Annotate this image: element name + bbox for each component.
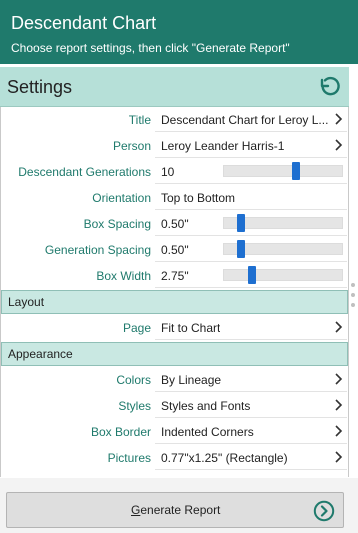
descendant-generations-control: 10	[155, 159, 347, 184]
generate-report-label: Generate Report	[131, 503, 220, 517]
generation-spacing-control: 0.50"	[155, 237, 347, 262]
appearance-section-header[interactable]: Appearance	[1, 342, 348, 366]
generate-report-button[interactable]: Generate Report	[6, 492, 344, 528]
generation-spacing-input[interactable]: 0.50"	[155, 237, 219, 262]
chevron-right-icon	[335, 425, 343, 437]
generation-spacing-row: Generation Spacing 0.50"	[1, 237, 348, 263]
slider-thumb[interactable]	[237, 214, 245, 232]
page-row[interactable]: Page Fit to Chart	[1, 315, 348, 341]
descendant-generations-label: Descendant Generations	[18, 165, 151, 179]
box-spacing-control: 0.50"	[155, 211, 347, 236]
report-title: Descendant Chart	[11, 13, 157, 33]
layout-section-header[interactable]: Layout	[1, 290, 348, 314]
settings-section-header: Settings	[0, 67, 349, 107]
generation-spacing-label: Generation Spacing	[44, 243, 151, 257]
report-subtitle: Choose report settings, then click "Gene…	[11, 41, 290, 55]
box-spacing-row: Box Spacing 0.50"	[1, 211, 348, 237]
box-spacing-value: 0.50"	[161, 217, 189, 231]
title-value: Descendant Chart for Leroy L...	[161, 113, 329, 127]
orientation-value: Top to Bottom	[161, 191, 236, 205]
title-label: Title	[128, 113, 151, 127]
generation-spacing-value: 0.50"	[161, 243, 189, 257]
box-spacing-slider[interactable]	[223, 214, 343, 232]
arrow-right-circle-icon	[313, 500, 335, 522]
box-spacing-input[interactable]: 0.50"	[155, 211, 219, 236]
box-width-slider[interactable]	[223, 266, 343, 284]
settings-label: Settings	[7, 77, 73, 97]
box-width-row: Box Width 2.75"	[1, 263, 348, 289]
orientation-value-field[interactable]: Top to Bottom	[155, 185, 347, 210]
styles-label: Styles	[118, 399, 151, 413]
generation-spacing-slider[interactable]	[223, 240, 343, 258]
chevron-right-icon	[335, 321, 343, 333]
page-value: Fit to Chart	[161, 321, 221, 335]
styles-row[interactable]: Styles Styles and Fonts	[1, 393, 348, 419]
footer: Generate Report	[0, 478, 358, 533]
title-row[interactable]: Title Descendant Chart for Leroy L...	[1, 107, 348, 133]
chevron-right-icon	[335, 373, 343, 385]
box-border-value: Indented Corners	[161, 425, 254, 439]
title-value-field[interactable]: Descendant Chart for Leroy L...	[155, 107, 347, 132]
panel-border	[348, 107, 349, 477]
grip-dot	[351, 303, 355, 307]
pictures-value-field[interactable]: 0.77"x1.25" (Rectangle)	[155, 445, 347, 470]
box-spacing-label: Box Spacing	[83, 217, 151, 231]
slider-thumb[interactable]	[237, 240, 245, 258]
panel-resize-grip[interactable]	[350, 283, 356, 319]
person-value-field[interactable]: Leroy Leander Harris-1	[155, 133, 347, 158]
colors-row[interactable]: Colors By Lineage	[1, 367, 348, 393]
slider-thumb[interactable]	[292, 162, 300, 180]
chevron-right-icon	[335, 139, 343, 151]
generate-label-rest: enerate Report	[140, 503, 221, 517]
pictures-value: 0.77"x1.25" (Rectangle)	[161, 451, 288, 465]
chevron-right-icon	[335, 113, 343, 125]
page-value-field[interactable]: Fit to Chart	[155, 315, 347, 340]
pictures-row[interactable]: Pictures 0.77"x1.25" (Rectangle)	[1, 445, 348, 471]
grip-dot	[351, 293, 355, 297]
colors-label: Colors	[116, 373, 151, 387]
person-value: Leroy Leander Harris-1	[161, 139, 285, 153]
box-width-control: 2.75"	[155, 263, 347, 288]
box-border-row[interactable]: Box Border Indented Corners	[1, 419, 348, 445]
box-width-label: Box Width	[96, 269, 151, 283]
page-label: Page	[122, 321, 151, 335]
grip-dot	[351, 283, 355, 287]
layout-section-label: Layout	[8, 295, 45, 309]
chevron-right-icon	[335, 399, 343, 411]
pictures-label: Pictures	[107, 451, 151, 465]
box-width-input[interactable]: 2.75"	[155, 263, 219, 288]
descendant-generations-value: 10	[161, 165, 175, 179]
box-width-value: 2.75"	[161, 269, 189, 283]
orientation-label: Orientation	[92, 191, 151, 205]
styles-value: Styles and Fonts	[161, 399, 251, 413]
colors-value-field[interactable]: By Lineage	[155, 367, 347, 392]
accelerator-key: G	[131, 503, 141, 517]
styles-value-field[interactable]: Styles and Fonts	[155, 393, 347, 418]
chevron-right-icon	[335, 451, 343, 463]
descendant-generations-slider[interactable]	[223, 162, 343, 180]
box-border-label: Box Border	[90, 425, 151, 439]
descendant-generations-row: Descendant Generations 10	[1, 159, 348, 185]
reset-icon[interactable]	[317, 75, 341, 99]
person-label: Person	[112, 139, 151, 153]
box-border-value-field[interactable]: Indented Corners	[155, 419, 347, 444]
slider-thumb[interactable]	[248, 266, 256, 284]
appearance-section-label: Appearance	[8, 347, 73, 361]
colors-value: By Lineage	[161, 373, 222, 387]
person-row[interactable]: Person Leroy Leander Harris-1	[1, 133, 348, 159]
report-header: Descendant Chart Choose report settings,…	[0, 0, 358, 64]
orientation-row[interactable]: Orientation Top to Bottom	[1, 185, 348, 211]
descendant-generations-input[interactable]: 10	[155, 159, 219, 184]
